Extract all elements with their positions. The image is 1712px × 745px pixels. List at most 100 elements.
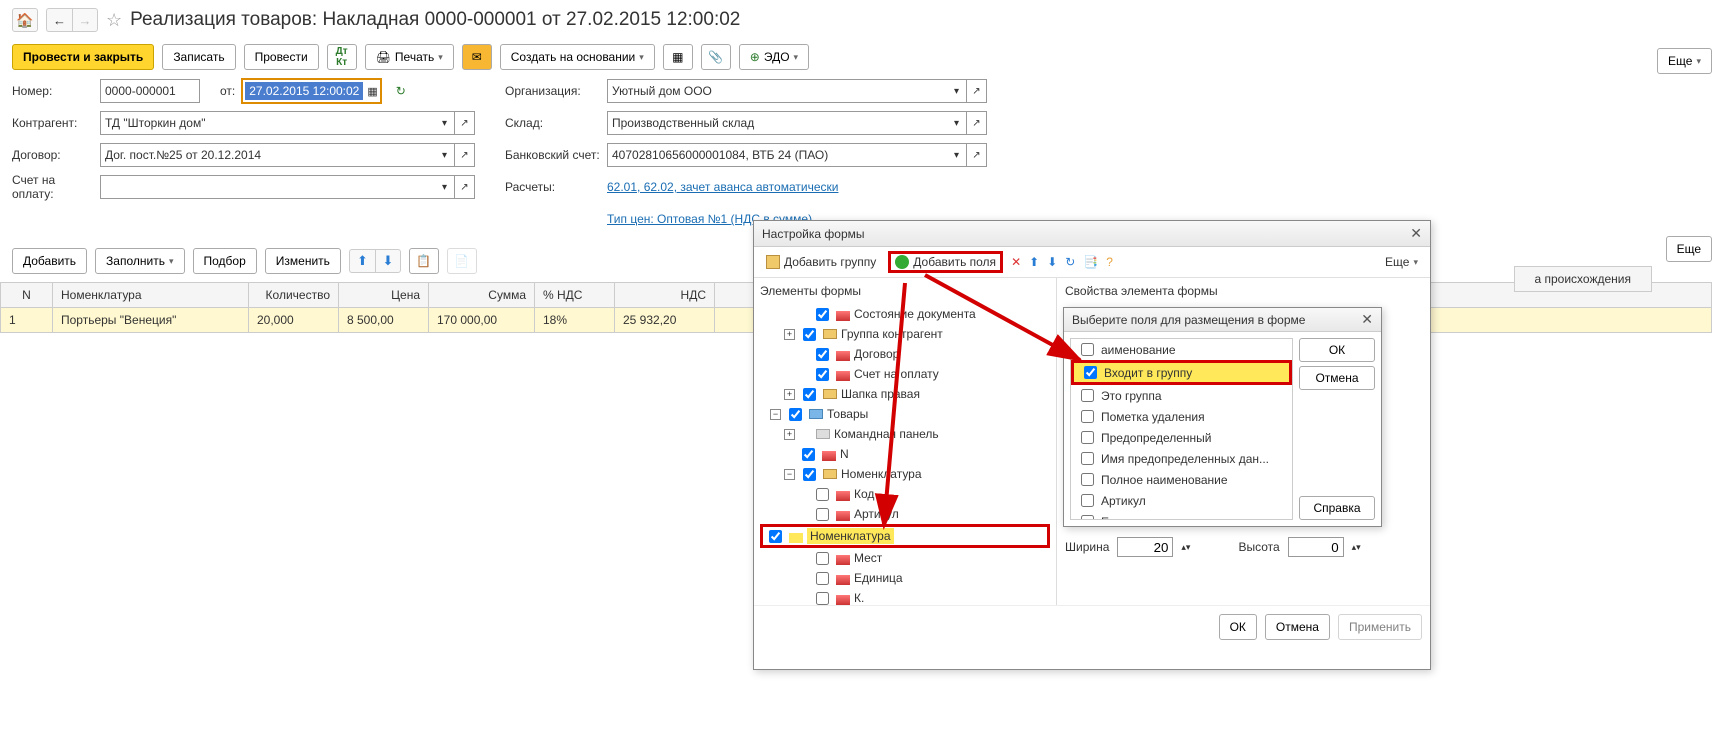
register-button[interactable]: ▦ [663,44,693,70]
contract-open[interactable]: ↗ [455,143,475,167]
col-vat-rate: % НДС [535,283,615,308]
add-row-button[interactable]: Добавить [12,248,87,274]
calc-link[interactable]: 62.01, 62.02, зачет аванса автоматически [607,180,838,194]
popup-cancel-button[interactable]: Отмена [1299,366,1375,390]
dialog-apply-button[interactable]: Применить [1338,614,1422,640]
contract-field[interactable]: Дог. пост.№25 от 20.12.2014 [100,143,435,167]
expand-icon[interactable]: + [784,389,795,400]
bank-dropdown[interactable]: ▾ [947,143,967,167]
collapse-icon[interactable]: − [784,469,795,480]
dialog-ok-button[interactable]: ОК [1219,614,1257,640]
popup-close-icon[interactable]: ✕ [1361,311,1373,328]
field-icon [789,533,803,543]
table-more-button[interactable]: Еще [1666,236,1712,262]
dialog-close-icon[interactable]: ✕ [1410,225,1422,242]
page-title: Реализация товаров: Накладная 0000-00000… [130,9,740,31]
edo-icon: ⊕ [750,50,760,64]
contractor-label: Контрагент: [12,116,94,130]
warehouse-dropdown[interactable]: ▾ [947,111,967,135]
org-dropdown[interactable]: ▾ [947,79,967,103]
contractor-dropdown[interactable]: ▾ [435,111,455,135]
favorite-icon[interactable]: ☆ [106,10,122,31]
field-list[interactable]: аименование Входит в группу Это группа П… [1070,338,1293,520]
more-button[interactable]: Еще [1657,48,1712,74]
calendar-icon[interactable]: ▦ [367,85,377,98]
number-field[interactable]: 0000-000001 [100,79,200,103]
list-item-in-group[interactable]: Входит в группу [1071,360,1292,385]
date-label: от: [220,84,235,98]
elements-tree[interactable]: Состояние документа +Группа контрагент Д… [760,304,1050,628]
field-icon [836,555,850,565]
write-button[interactable]: Записать [162,44,235,70]
mail-button[interactable]: ✉ [462,44,492,70]
forward-button[interactable]: → [72,8,98,32]
back-button[interactable]: ← [46,8,72,32]
bank-open[interactable]: ↗ [967,143,987,167]
move-up-icon[interactable]: ⬆ [1029,255,1039,269]
invoice-open[interactable]: ↗ [455,175,475,199]
date-field[interactable]: 27.02.2015 12:00:02 [245,82,363,100]
post-button[interactable]: Провести [244,44,319,70]
warehouse-label: Склад: [505,116,601,130]
move-down-button[interactable]: ⬇ [375,249,401,273]
duplicate-icon[interactable]: 📑 [1083,255,1098,269]
create-based-button[interactable]: Создать на основании [500,44,655,70]
height-input[interactable] [1288,537,1344,557]
field-picker-popup: Выберите поля для размещения в форме ✕ а… [1063,307,1382,527]
folder-icon [823,389,837,399]
move-up-button[interactable]: ⬆ [349,249,375,273]
help-icon[interactable]: ? [1106,255,1113,269]
paste-button[interactable]: 📄 [447,248,477,274]
add-fields-button[interactable]: Добавить поля [888,251,1003,273]
contractor-open[interactable]: ↗ [455,111,475,135]
move-down-icon[interactable]: ⬇ [1047,255,1057,269]
org-label: Организация: [505,84,601,98]
edo-button[interactable]: ⊕ ЭДО [739,44,809,70]
add-group-button[interactable]: Добавить группу [762,253,880,271]
invoice-field[interactable] [100,175,435,199]
tree-item-nomenclature[interactable]: Номенклатура [760,524,1050,548]
change-button[interactable]: Изменить [265,248,341,274]
attachment-button[interactable]: 📎 [701,44,731,70]
collapse-icon[interactable]: − [770,409,781,420]
field-icon [836,311,850,321]
refresh-icon[interactable]: ↻ [396,84,406,98]
dr-cr-button[interactable]: ДтКт [327,44,357,70]
dialog-more-button[interactable]: Еще [1381,253,1422,271]
copy-button[interactable]: 📋 [409,248,439,274]
delete-icon[interactable]: ✕ [1011,255,1021,269]
warehouse-field[interactable]: Производственный склад [607,111,947,135]
refresh-icon[interactable]: ↻ [1065,255,1075,269]
invoice-dropdown[interactable]: ▾ [435,175,455,199]
spinner-icon[interactable]: ▴▾ [1181,542,1190,553]
org-field[interactable]: Уютный дом ООО [607,79,947,103]
field-icon [836,491,850,501]
org-open[interactable]: ↗ [967,79,987,103]
expand-icon[interactable]: + [784,329,795,340]
field-icon [836,371,850,381]
folder-icon [823,329,837,339]
contract-label: Договор: [12,148,94,162]
add-field-icon [895,255,909,269]
contractor-field[interactable]: ТД "Шторкин дом" [100,111,435,135]
popup-help-button[interactable]: Справка [1299,496,1375,520]
bank-label: Банковский счет: [505,148,601,162]
pick-button[interactable]: Подбор [193,248,257,274]
dialog-title: Настройка формы [762,227,865,241]
field-icon [836,511,850,521]
number-label: Номер: [12,84,94,98]
bank-field[interactable]: 40702810656000001084, ВТБ 24 (ПАО) [607,143,947,167]
expand-icon[interactable]: + [784,429,795,440]
popup-ok-button[interactable]: ОК [1299,338,1375,362]
dialog-cancel-button[interactable]: Отмена [1265,614,1330,640]
add-group-icon [766,255,780,269]
print-button[interactable]: 🖨 Печать [365,44,454,70]
warehouse-open[interactable]: ↗ [967,111,987,135]
width-input[interactable] [1117,537,1173,557]
fill-button[interactable]: Заполнить [95,248,184,274]
post-and-close-button[interactable]: Провести и закрыть [12,44,154,70]
spinner-icon[interactable]: ▴▾ [1352,542,1361,553]
home-button[interactable]: 🏠 [12,8,38,32]
printer-icon: 🖨 [376,50,391,64]
contract-dropdown[interactable]: ▾ [435,143,455,167]
